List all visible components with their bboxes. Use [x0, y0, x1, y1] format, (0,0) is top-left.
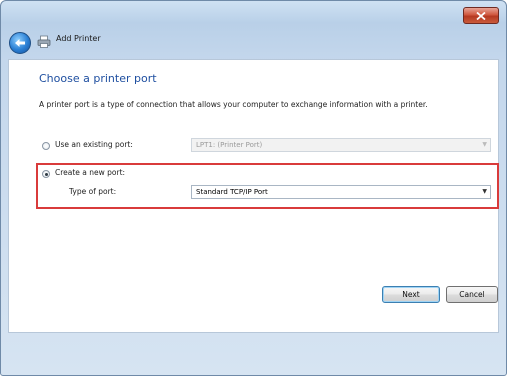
chevron-down-icon: ▼ — [482, 188, 487, 195]
cancel-button[interactable]: Cancel — [446, 286, 498, 303]
existing-port-radio[interactable] — [42, 142, 50, 150]
back-arrow-icon — [15, 39, 25, 47]
page-heading: Choose a printer port — [39, 72, 157, 85]
existing-port-label[interactable]: Use an existing port: — [55, 140, 133, 149]
close-button[interactable] — [463, 7, 499, 24]
chevron-down-icon: ▼ — [482, 141, 487, 148]
next-button[interactable]: Next — [382, 286, 440, 303]
new-port-label[interactable]: Create a new port: — [55, 168, 125, 177]
port-type-value: Standard TCP/IP Port — [196, 188, 268, 196]
port-type-select[interactable]: Standard TCP/IP Port ▼ — [191, 185, 491, 199]
close-icon — [476, 11, 486, 20]
existing-port-value: LPT1: (Printer Port) — [196, 141, 263, 149]
add-printer-window: Add Printer Choose a printer port A prin… — [0, 0, 507, 376]
window-title: Add Printer — [56, 34, 101, 43]
existing-port-select[interactable]: LPT1: (Printer Port) ▼ — [191, 138, 491, 152]
printer-icon — [37, 35, 51, 48]
page-description: A printer port is a type of connection t… — [39, 100, 428, 109]
back-button[interactable] — [9, 32, 31, 54]
new-port-radio[interactable] — [42, 170, 50, 178]
port-type-label: Type of port: — [69, 187, 117, 196]
